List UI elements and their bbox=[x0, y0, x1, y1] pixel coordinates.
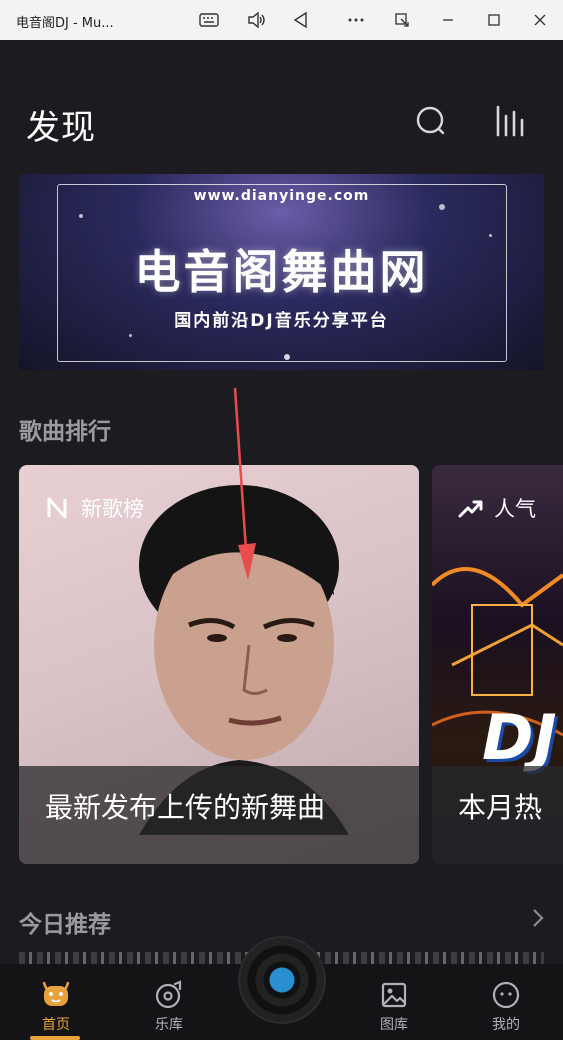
ranking-badge-label: 人气 bbox=[494, 497, 536, 521]
banner-title: 电音阁舞曲网 bbox=[134, 245, 429, 299]
ranking-art-text: DJ bbox=[482, 701, 557, 774]
ranking-badge: 新歌榜 bbox=[45, 493, 144, 523]
more-icon[interactable] bbox=[345, 10, 367, 30]
ranking-card-new[interactable]: 新歌榜 最新发布上传的新舞曲 bbox=[19, 465, 419, 864]
ranking-caption: 本月热 bbox=[432, 766, 563, 864]
ranking-caption-text: 本月热 bbox=[458, 791, 543, 824]
profile-icon bbox=[492, 981, 520, 1009]
nav-label: 乐库 bbox=[155, 1017, 183, 1033]
restore-window-icon[interactable] bbox=[391, 10, 413, 30]
ranking-caption-text: 最新发布上传的新舞曲 bbox=[45, 791, 326, 824]
nav-item-home[interactable]: 首页 bbox=[26, 980, 86, 1034]
search-icon[interactable] bbox=[414, 104, 448, 138]
window-title: 电音阁DJ - Mu... bbox=[16, 16, 114, 31]
carousel-indicator[interactable] bbox=[284, 354, 290, 360]
keyboard-icon[interactable] bbox=[198, 10, 220, 30]
volume-icon[interactable] bbox=[245, 10, 267, 30]
banner-url: www.dianyinge.com bbox=[193, 188, 370, 204]
nav-label: 首页 bbox=[42, 1017, 70, 1033]
ranking-badge-label: 新歌榜 bbox=[81, 497, 144, 521]
promo-banner[interactable]: www.dianyinge.com 电音阁舞曲网 国内前沿DJ音乐分享平台 bbox=[19, 174, 544, 370]
ranking-badge: 人气 bbox=[458, 493, 536, 523]
equalizer-icon[interactable] bbox=[494, 104, 528, 138]
ranking-caption: 最新发布上传的新舞曲 bbox=[19, 766, 419, 864]
annotation-arrow bbox=[233, 387, 256, 580]
nav-item-library[interactable]: 乐库 bbox=[139, 980, 199, 1034]
gallery-icon bbox=[381, 982, 407, 1008]
close-icon[interactable] bbox=[529, 10, 551, 30]
nav-active-indicator bbox=[30, 1036, 80, 1040]
minimize-icon[interactable] bbox=[437, 10, 459, 30]
trend-up-icon bbox=[458, 500, 483, 518]
section-title-daily: 今日推荐 bbox=[19, 912, 111, 938]
page-title: 发现 bbox=[26, 108, 96, 148]
new-n-icon bbox=[47, 497, 67, 519]
maximize-icon[interactable] bbox=[483, 10, 505, 30]
chevron-right-icon[interactable] bbox=[530, 906, 546, 930]
section-title-rankings: 歌曲排行 bbox=[19, 419, 111, 445]
home-face-icon bbox=[42, 981, 70, 1006]
nav-item-gallery[interactable]: 图库 bbox=[364, 980, 424, 1034]
ranking-card-hot[interactable]: DJ 人气 本月热 bbox=[432, 465, 563, 864]
nav-label: 图库 bbox=[380, 1017, 408, 1033]
window-titlebar: 电音阁DJ - Mu... bbox=[0, 0, 563, 40]
banner-subtitle: 国内前沿DJ音乐分享平台 bbox=[174, 311, 389, 331]
nav-label: 我的 bbox=[492, 1017, 520, 1033]
nav-item-profile[interactable]: 我的 bbox=[476, 980, 536, 1034]
music-library-icon bbox=[155, 980, 182, 1009]
back-triangle-icon[interactable] bbox=[290, 10, 312, 30]
vinyl-disc-icon[interactable] bbox=[238, 936, 326, 1024]
